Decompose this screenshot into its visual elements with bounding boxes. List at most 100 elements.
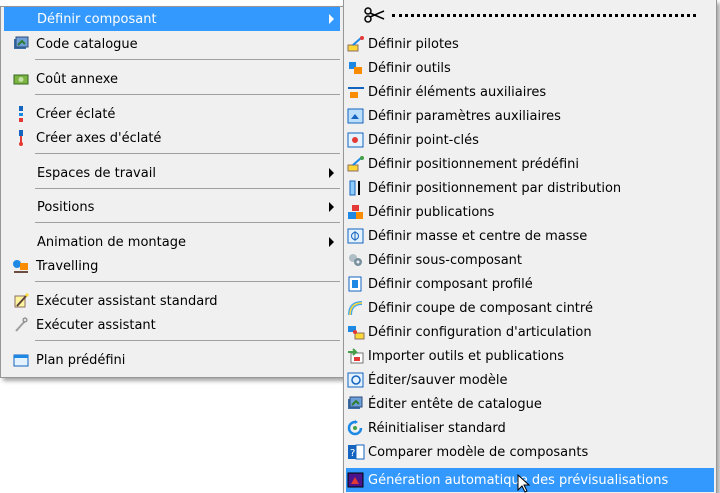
menu-item-label: Positions [37,199,95,215]
menu-item-label: Coût annexe [36,71,119,87]
menu-item-espaces-de-travail[interactable]: Espaces de travail [4,161,340,185]
tear-off-dots [392,13,696,17]
catalog-header-icon [346,394,366,414]
edit-model-icon [346,370,366,390]
submenu-definir-composant: Définir pilotes Définir outils Définir é… [343,0,717,493]
submenu-item-definir-parametres-auxiliaires[interactable]: Définir paramètres auxiliaires [346,104,714,128]
submenu-arrow-icon [329,168,334,178]
import-icon [346,346,366,366]
submenu-item-label: Éditer/sauver modèle [368,372,508,388]
money-icon [10,69,32,89]
menu-item-cout-annexe[interactable]: Coût annexe [4,67,340,91]
submenu-item-definir-coupe-composant-cintre[interactable]: Définir coupe de composant cintré [346,296,714,320]
submenu-item-editer-entete-catalogue[interactable]: Éditer entête de catalogue [346,392,714,416]
submenu-arrow-icon [329,14,334,24]
menu-separator [35,222,340,223]
submenu-item-definir-elements-auxiliaires[interactable]: Définir éléments auxiliaires [346,80,714,104]
pilot-icon [346,34,366,54]
tear-off-handle[interactable] [346,4,714,26]
submenu-item-definir-masse[interactable]: Définir masse et centre de masse [346,224,714,248]
bent-cut-icon [346,298,366,318]
submenu-item-definir-pilotes[interactable]: Définir pilotes [346,32,714,56]
subcomponent-icon [346,250,366,270]
submenu-item-label: Éditer entête de catalogue [368,396,542,412]
submenu-item-label: Définir publications [368,204,495,220]
reset-icon [346,418,366,438]
submenu-item-definir-composant-profile[interactable]: Définir composant profilé [346,272,714,296]
menu-item-definir-composant[interactable]: Définir composant [4,7,340,31]
submenu-item-label: Définir éléments auxiliaires [368,84,547,100]
submenu-item-label: Définir paramètres auxiliaires [368,108,561,124]
keypoints-icon [346,130,366,150]
menu-item-label: Code catalogue [36,36,138,52]
submenu-item-label: Définir masse et centre de masse [368,228,588,244]
menu-item-label: Exécuter assistant [36,317,156,333]
submenu-item-label: Définir pilotes [368,36,459,52]
submenu-item-label: Comparer modèle de composants [368,444,589,460]
joint-icon [346,322,366,342]
menu-item-code-catalogue[interactable]: Code catalogue [4,32,340,56]
menu-item-creer-eclate[interactable]: Créer éclaté [4,102,340,126]
travelling-icon [10,256,32,276]
submenu-item-label: Définir configuration d'articulation [368,324,592,340]
menu-item-executer-assistant[interactable]: Exécuter assistant [4,313,340,337]
distribution-icon [346,178,366,198]
menu-separator [35,340,340,341]
menu-item-label: Définir composant [37,11,157,27]
predefined-position-icon [346,154,366,174]
submenu-arrow-icon [329,202,334,212]
submenu-item-definir-positionnement-predefini[interactable]: Définir positionnement prédéfini [346,152,714,176]
submenu-item-label: Réinitialiser standard [368,420,506,436]
submenu-item-label: Définir positionnement par distribution [368,180,622,196]
wizard-standard-icon [10,291,32,311]
mass-icon [346,226,366,246]
plan-icon [10,350,32,370]
submenu-item-definir-publications[interactable]: Définir publications [346,200,714,224]
submenu-item-definir-point-cles[interactable]: Définir point-clés [346,128,714,152]
menu-item-label: Plan prédéfini [36,352,126,368]
submenu-item-definir-positionnement-par-distribution[interactable]: Définir positionnement par distribution [346,176,714,200]
submenu-item-label: Définir positionnement prédéfini [368,156,579,172]
menu-item-label: Travelling [36,258,99,274]
submenu-item-comparer-modele[interactable]: ? Comparer modèle de composants [346,440,714,464]
svg-text:?: ? [350,448,355,459]
aux-params-icon [346,106,366,126]
compare-icon: ? [346,442,366,462]
menu-item-travelling[interactable]: Travelling [4,254,340,278]
menu-item-positions[interactable]: Positions [4,195,340,219]
aux-elements-icon [346,82,366,102]
menu-separator [35,281,340,282]
menu-item-label: Espaces de travail [37,165,156,181]
menu-item-animation-de-montage[interactable]: Animation de montage [4,230,340,254]
wizard-icon [10,315,32,335]
submenu-item-label: Définir point-clés [368,132,479,148]
submenu-item-label: Définir composant profilé [368,276,533,292]
scissors-icon [364,6,386,24]
publications-icon [346,202,366,222]
menu-item-label: Créer éclaté [36,106,116,122]
menu-item-label: Créer axes d'éclaté [36,130,162,146]
tools-icon [346,58,366,78]
menu-item-plan-predefini[interactable]: Plan prédéfini [4,348,340,372]
menu-separator [35,59,340,60]
submenu-item-label: Définir outils [368,60,451,76]
context-menu: Définir composant Code catalogue Coût an… [0,6,344,378]
menu-item-creer-axes-eclate[interactable]: Créer axes d'éclaté [4,126,340,150]
submenu-item-label: Importer outils et publications [368,348,565,364]
explode-axis-icon [10,128,32,148]
submenu-item-definir-configuration-articulation[interactable]: Définir configuration d'articulation [346,320,714,344]
menu-item-label: Animation de montage [37,234,186,250]
submenu-item-reinitialiser-standard[interactable]: Réinitialiser standard [346,416,714,440]
catalog-icon [10,34,32,54]
submenu-item-importer-outils-publications[interactable]: Importer outils et publications [346,344,714,368]
mouse-cursor-icon [517,474,531,493]
menu-separator [35,153,340,154]
submenu-item-editer-sauver-modele[interactable]: Éditer/sauver modèle [346,368,714,392]
menu-separator [35,188,340,189]
submenu-item-definir-sous-composant[interactable]: Définir sous-composant [346,248,714,272]
menu-separator [35,94,340,95]
submenu-arrow-icon [329,237,334,247]
menu-item-executer-assistant-standard[interactable]: Exécuter assistant standard [4,289,340,313]
submenu-item-definir-outils[interactable]: Définir outils [346,56,714,80]
menu-item-label: Exécuter assistant standard [36,293,218,309]
